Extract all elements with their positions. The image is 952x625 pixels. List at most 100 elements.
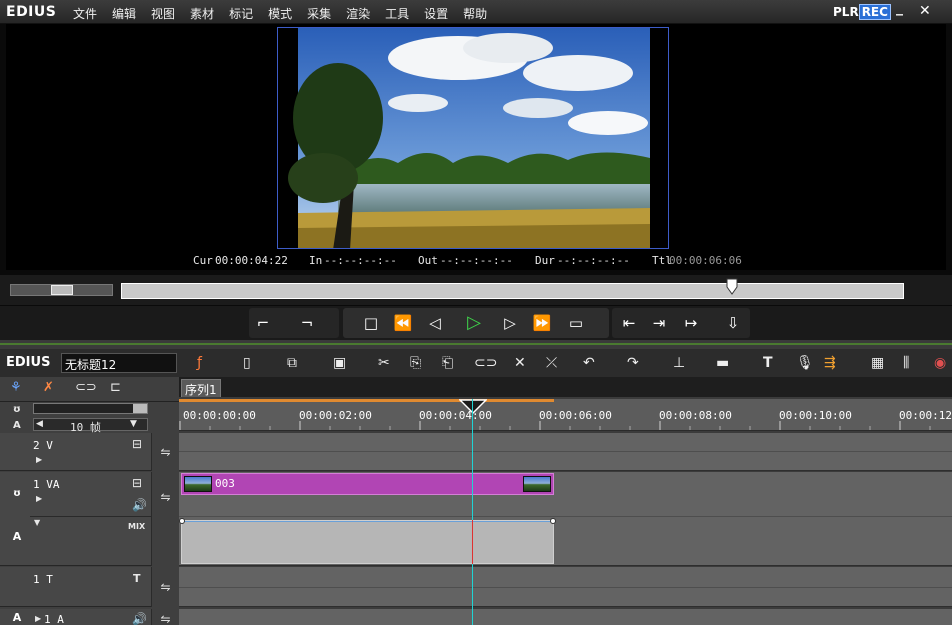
track-1a[interactable] — [179, 609, 952, 625]
track-2v[interactable] — [179, 433, 952, 471]
close-button[interactable]: ✕ — [919, 3, 931, 19]
audio-mute-icon[interactable]: 🔊 — [132, 612, 147, 625]
zoom-dropdown[interactable]: ◀ 10 帧 ▼ — [33, 418, 148, 434]
menu-file[interactable]: 文件 — [73, 5, 97, 22]
track-header-1t[interactable]: 1 T T ⇋ — [0, 567, 179, 607]
video-mute-icon[interactable]: ⊟ — [132, 437, 142, 451]
sync-icon[interactable]: ⇋ — [151, 472, 179, 566]
export-icon[interactable]: ⇩ — [722, 312, 744, 334]
mixer-icon[interactable]: ⫼ — [903, 353, 909, 373]
overwrite-icon[interactable]: ⇥ — [648, 312, 670, 334]
loop-play-icon[interactable]: ▭ — [565, 312, 587, 334]
ripple-mode-icon[interactable]: ✗ — [43, 380, 54, 395]
expand-icon[interactable]: ▶ — [35, 614, 41, 623]
mode-rec[interactable]: REC — [858, 4, 891, 20]
menu-render[interactable]: 渲染 — [346, 5, 370, 22]
track-patch-a[interactable]: A — [6, 530, 28, 546]
mode-switch[interactable]: PLR REC — [833, 4, 891, 20]
timeline-cursor-line — [472, 399, 473, 625]
render-icon[interactable]: ⇶ — [824, 353, 836, 373]
stop-icon[interactable]: □ — [360, 312, 382, 334]
sync-icon[interactable]: ⇋ — [151, 433, 179, 471]
rewind-icon[interactable]: ⏪ — [392, 312, 414, 334]
expand-icon[interactable]: ▶ — [36, 494, 42, 503]
menu-tools[interactable]: 工具 — [385, 5, 409, 22]
paste-icon[interactable]: ⎗ — [442, 353, 453, 373]
menu-settings[interactable]: 设置 — [424, 5, 448, 22]
redo-icon[interactable]: ↷ — [627, 353, 639, 373]
minimize-button[interactable]: _ — [896, 0, 903, 16]
audio-clip[interactable] — [179, 518, 556, 564]
match-frame-icon[interactable]: ↦ — [680, 312, 702, 334]
timeline-ruler[interactable]: 00:00:00:00 00:00:02:00 00:00:04:00 00:0… — [179, 399, 952, 431]
zoom-toggle-icon[interactable]: ʊ — [13, 404, 21, 415]
track-patch-a[interactable]: A — [6, 611, 28, 625]
snap-icon[interactable]: ⊏ — [110, 380, 121, 395]
menu-view[interactable]: 视图 — [151, 5, 175, 22]
volume-rubberband[interactable] — [182, 521, 553, 522]
marker-icon[interactable]: ⊥ — [673, 353, 685, 373]
menu-clip[interactable]: 素材 — [190, 5, 214, 22]
menu-mode[interactable]: 模式 — [268, 5, 292, 22]
mode-plr[interactable]: PLR — [833, 5, 859, 19]
title-icon[interactable]: T — [763, 353, 773, 373]
timeline-logo: EDIUS — [6, 355, 51, 370]
delete-icon[interactable]: ✕ — [514, 353, 526, 373]
title-track-icon[interactable]: T — [133, 572, 141, 585]
save-icon[interactable]: ▣ — [333, 353, 346, 373]
set-out-icon[interactable]: ¬ — [296, 312, 318, 334]
menu-help[interactable]: 帮助 — [463, 5, 487, 22]
track-header-2v[interactable]: 2 V ⊟ ▶ ⇋ — [0, 433, 179, 471]
ripple-delete-icon[interactable]: ⤫ — [546, 353, 557, 373]
volume-keyframe[interactable] — [179, 518, 185, 524]
menu-capture[interactable]: 采集 — [307, 5, 331, 22]
player-playhead[interactable] — [726, 278, 738, 296]
new-sequence-icon[interactable]: ▯ — [243, 353, 251, 373]
zoom-handle[interactable] — [133, 404, 147, 413]
track-patch-v-icon[interactable]: ʊ — [6, 488, 28, 504]
cut-icon[interactable]: ✂ — [378, 353, 390, 373]
sync-lock-icon[interactable]: ⊂⊃ — [75, 380, 97, 395]
step-forward-icon[interactable]: ▷ — [499, 312, 521, 334]
color-icon[interactable]: ◉ — [934, 353, 946, 373]
sync-icon[interactable]: ⇋ — [151, 609, 179, 625]
timeline-cursor-marker[interactable] — [459, 399, 487, 415]
volume-keyframe[interactable] — [550, 518, 556, 524]
collapse-icon[interactable]: ▼ — [34, 518, 40, 527]
audio-toggle-icon[interactable]: A — [13, 420, 21, 431]
set-in-icon[interactable]: ⌐ — [252, 312, 274, 334]
zoom-dropdown-arrow-icon[interactable]: ▼ — [130, 419, 137, 429]
fast-forward-icon[interactable]: ⏩ — [531, 312, 553, 334]
track-header-1a[interactable]: A ▶ 1 A 🔊 ⇋ — [0, 609, 179, 625]
track-tool-icon[interactable]: ⚘ — [10, 380, 22, 395]
open-project-icon[interactable]: ⧉ — [287, 353, 297, 373]
step-back-icon[interactable]: ◁ — [424, 312, 446, 334]
shuttle-handle[interactable] — [51, 285, 73, 295]
zoom-left-arrow-icon[interactable]: ◀ — [36, 419, 43, 429]
insert-icon[interactable]: ⇤ — [618, 312, 640, 334]
copy-icon[interactable]: ⎘ — [410, 353, 421, 373]
tab-sequence1[interactable]: 序列1 — [181, 379, 221, 397]
undo-icon[interactable]: ↶ — [583, 353, 595, 373]
sync-icon[interactable]: ⇋ — [151, 567, 179, 607]
audio-mute-icon[interactable]: 🔊 — [132, 498, 147, 512]
shuttle-slider[interactable] — [10, 284, 113, 296]
expand-icon[interactable]: ▶ — [36, 455, 42, 464]
grid-icon[interactable]: ▦ — [871, 353, 884, 373]
transition-icon[interactable]: ▬ — [716, 353, 729, 373]
track-1t[interactable] — [179, 567, 952, 607]
position-bar[interactable] — [121, 283, 904, 299]
video-mute-icon[interactable]: ⊟ — [132, 476, 142, 490]
cut-mode-icon[interactable]: ƒ — [197, 353, 202, 373]
play-icon[interactable]: ▷ — [463, 312, 485, 334]
mix-label[interactable]: MIX — [128, 522, 145, 531]
project-name-field[interactable]: 无标题12 — [61, 353, 177, 373]
menu-marker[interactable]: 标记 — [229, 5, 253, 22]
zoom-slider[interactable] — [33, 403, 148, 414]
track-header-1va[interactable]: ʊ A 1 VA ⊟ ▶ 🔊 ▼ MIX ⇋ — [0, 472, 179, 566]
landscape-preview-image — [278, 28, 668, 248]
link-icon[interactable]: ⊂⊃ — [474, 353, 497, 373]
menu-edit[interactable]: 编辑 — [112, 5, 136, 22]
voiceover-icon[interactable]: 🎙 — [796, 353, 814, 373]
video-clip[interactable]: 003 — [181, 473, 554, 495]
